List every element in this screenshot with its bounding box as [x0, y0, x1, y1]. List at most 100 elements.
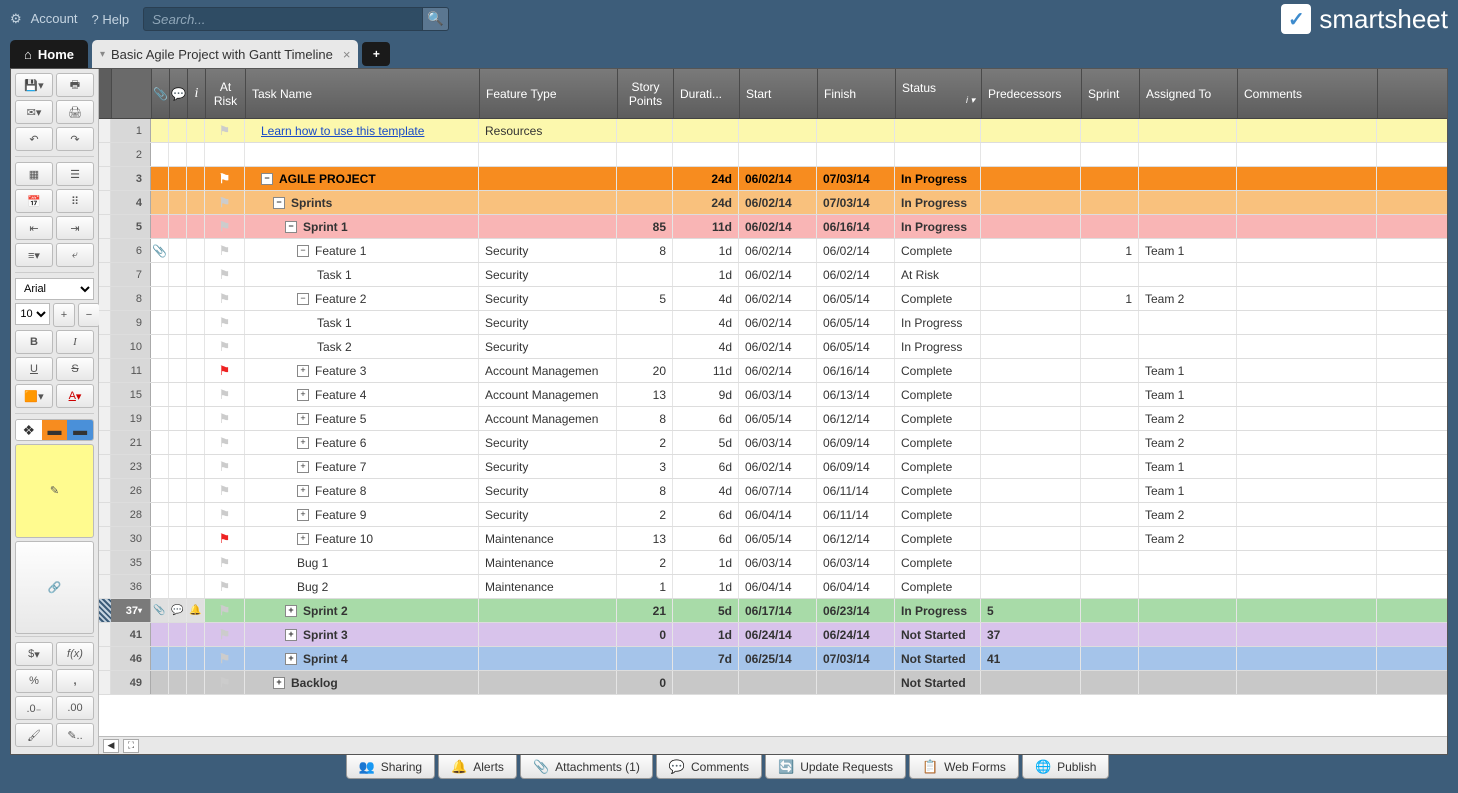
flag-icon[interactable]: ⚑	[219, 483, 231, 499]
collapse-icon[interactable]: −	[261, 173, 273, 185]
flag-icon[interactable]: ⚑	[219, 243, 231, 259]
task-name-cell[interactable]: Bug 2	[245, 575, 479, 598]
new-tab-button[interactable]: +	[362, 42, 390, 66]
attachments-tab[interactable]: 📎Attachments (1)	[520, 755, 653, 779]
col-assigned-to[interactable]: Assigned To	[1140, 69, 1238, 118]
table-row[interactable]: 10⚑Task 2Security4d06/02/1406/05/14In Pr…	[99, 335, 1447, 359]
table-row[interactable]: 36⚑Bug 2Maintenance11d06/04/1406/04/14Co…	[99, 575, 1447, 599]
col-story-points[interactable]: Story Points	[618, 69, 674, 118]
tab-dropdown-icon[interactable]: ▾	[100, 49, 105, 60]
web-forms-tab[interactable]: 📋Web Forms	[909, 755, 1019, 779]
flag-icon[interactable]: ⚑	[219, 267, 231, 283]
row-number[interactable]: 49	[111, 671, 151, 694]
row-number[interactable]: 21	[111, 431, 151, 454]
expand-icon[interactable]: +	[297, 389, 309, 401]
account-link[interactable]: ⚙ Account	[10, 11, 78, 27]
row-number[interactable]: 26	[111, 479, 151, 502]
col-duration[interactable]: Durati...	[674, 69, 740, 118]
flag-icon[interactable]: ⚑	[219, 411, 231, 427]
flag-icon[interactable]: ⚑	[219, 555, 231, 571]
underline-button[interactable]: U	[15, 357, 53, 381]
table-row[interactable]: 7⚑Task 1Security1d06/02/1406/02/14At Ris…	[99, 263, 1447, 287]
sharing-tab[interactable]: 👥Sharing	[346, 755, 436, 779]
scroll-left-button[interactable]: ◀	[103, 739, 119, 753]
font-increase-button[interactable]: +	[53, 303, 75, 327]
col-feature-type[interactable]: Feature Type	[480, 69, 618, 118]
row-number[interactable]: 4	[111, 191, 151, 214]
flag-icon[interactable]: ⚑	[219, 531, 231, 547]
table-row[interactable]: 4⚑−Sprints24d06/02/1407/03/14In Progress	[99, 191, 1447, 215]
collapse-icon[interactable]: −	[297, 293, 309, 305]
task-name-cell[interactable]: −Sprints	[245, 191, 479, 214]
print-button[interactable]: 🖶	[56, 73, 94, 97]
task-name-cell[interactable]: +Feature 9	[245, 503, 479, 526]
table-row[interactable]: 15⚑+Feature 4Account Managemen139d06/03/…	[99, 383, 1447, 407]
decrease-decimal-button[interactable]: .0₋	[15, 696, 53, 720]
flag-icon[interactable]: ⚑	[219, 123, 231, 139]
row-number[interactable]: 28	[111, 503, 151, 526]
flag-icon[interactable]: ⚑	[219, 603, 231, 619]
row-number[interactable]: 3	[111, 167, 151, 190]
font-size-select[interactable]: 10	[15, 303, 50, 325]
search-button[interactable]: 🔍	[423, 7, 449, 31]
task-name-cell[interactable]: Task 1	[245, 263, 479, 286]
bold-button[interactable]: B	[15, 330, 53, 354]
search-input[interactable]	[143, 7, 423, 31]
task-name-cell[interactable]: +Sprint 2	[245, 599, 479, 622]
row-number[interactable]: 41	[111, 623, 151, 646]
row-number[interactable]: 6	[111, 239, 151, 262]
expand-icon[interactable]: +	[285, 629, 297, 641]
collapse-icon[interactable]: −	[273, 197, 285, 209]
expand-icon[interactable]: +	[297, 365, 309, 377]
template-help-link[interactable]: Learn how to use this template	[261, 124, 424, 138]
redo-button[interactable]: ↷	[56, 127, 94, 151]
flag-icon[interactable]: ⚑	[219, 339, 231, 355]
flag-icon[interactable]: ⚑	[219, 507, 231, 523]
wrap-button[interactable]: ⤶	[56, 243, 94, 267]
publish-tab[interactable]: 🌐Publish	[1022, 755, 1110, 779]
text-color-button[interactable]: A▾	[56, 384, 94, 408]
outdent-button[interactable]: ⇤	[15, 216, 53, 240]
row-number[interactable]: 46	[111, 647, 151, 670]
format-painter-button[interactable]: 🖌	[15, 723, 53, 747]
indent-button[interactable]: ⇥	[56, 216, 94, 240]
currency-button[interactable]: $▾	[15, 642, 53, 666]
flag-icon[interactable]: ⚑	[219, 675, 231, 691]
flag-icon[interactable]: ⚑	[219, 171, 231, 187]
table-row[interactable]: 23⚑+Feature 7Security36d06/02/1406/09/14…	[99, 455, 1447, 479]
row-number[interactable]: 10	[111, 335, 151, 358]
flag-icon[interactable]: ⚑	[219, 363, 231, 379]
tab-close-icon[interactable]: ×	[343, 47, 351, 62]
link-button[interactable]: 🔗	[15, 541, 94, 635]
row-number[interactable]: 11	[111, 359, 151, 382]
flag-icon[interactable]: ⚑	[219, 315, 231, 331]
row-number[interactable]: 23	[111, 455, 151, 478]
row-number[interactable]: 2	[111, 143, 151, 166]
col-sprint[interactable]: Sprint	[1082, 69, 1140, 118]
task-name-cell[interactable]: +Feature 6	[245, 431, 479, 454]
task-name-cell[interactable]: +Feature 3	[245, 359, 479, 382]
increase-decimal-button[interactable]: .00	[56, 696, 94, 720]
save-button[interactable]: 💾▾	[15, 73, 53, 97]
row-number[interactable]: 37 ▾	[111, 599, 151, 622]
expand-icon[interactable]: +	[297, 437, 309, 449]
task-name-cell[interactable]: +Feature 8	[245, 479, 479, 502]
flag-icon[interactable]: ⚑	[219, 579, 231, 595]
col-at-risk[interactable]: At Risk	[206, 69, 246, 118]
font-family-select[interactable]: Arial	[15, 278, 94, 300]
task-name-cell[interactable]: −Feature 2	[245, 287, 479, 310]
task-name-cell[interactable]: Bug 1	[245, 551, 479, 574]
task-name-cell[interactable]: +Feature 10	[245, 527, 479, 550]
tab-sheet[interactable]: ▾ Basic Agile Project with Gantt Timelin…	[92, 40, 358, 68]
task-name-cell[interactable]: +Feature 5	[245, 407, 479, 430]
italic-button[interactable]: I	[56, 330, 94, 354]
formula-button[interactable]: f(x)	[56, 642, 94, 666]
table-row[interactable]: 2	[99, 143, 1447, 167]
col-attachment[interactable]: 📎	[152, 69, 170, 118]
table-row[interactable]: 5⚑−Sprint 18511d06/02/1406/16/14In Progr…	[99, 215, 1447, 239]
expand-icon[interactable]: +	[297, 461, 309, 473]
row-number[interactable]: 9	[111, 311, 151, 334]
row-number[interactable]: 8	[111, 287, 151, 310]
task-name-cell[interactable]: +Sprint 3	[245, 623, 479, 646]
task-name-cell[interactable]: Task 1	[245, 311, 479, 334]
